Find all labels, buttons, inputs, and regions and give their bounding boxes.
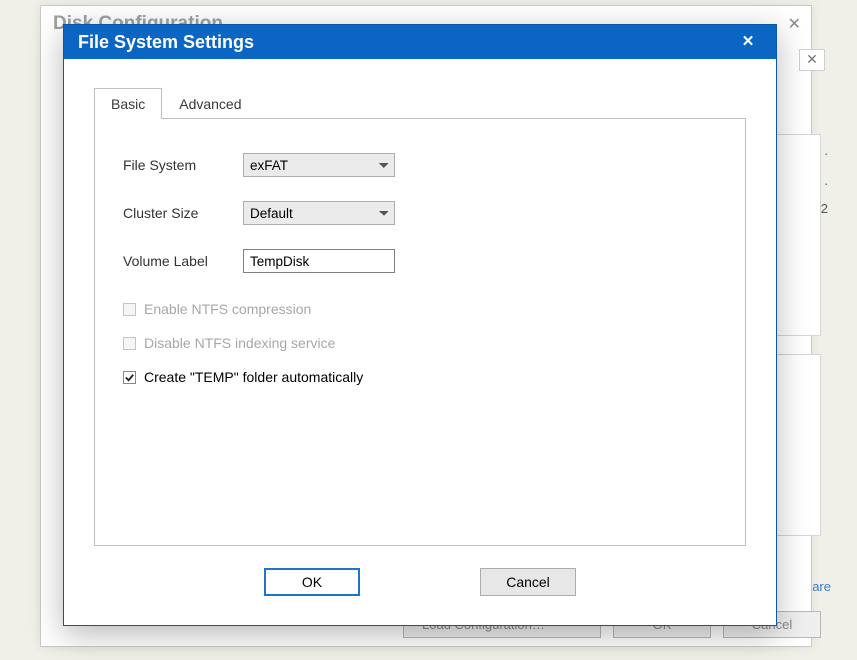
file-system-select[interactable]: exFAT [243,153,395,177]
temp-folder-label: Create "TEMP" folder automatically [144,369,363,385]
ntfs-indexing-checkbox [123,337,136,350]
ntfs-compression-label: Enable NTFS compression [144,301,311,317]
ntfs-indexing-label: Disable NTFS indexing service [144,335,335,351]
ntfs-indexing-row: Disable NTFS indexing service [123,335,717,351]
ntfs-compression-checkbox [123,303,136,316]
dialog-titlebar[interactable]: File System Settings ✕ [64,25,776,59]
cluster-size-label: Cluster Size [123,205,243,221]
volume-label-label: Volume Label [123,253,243,269]
file-system-label: File System [123,157,243,173]
ntfs-compression-row: Enable NTFS compression [123,301,717,317]
close-icon[interactable]: ✕ [734,28,762,56]
dialog-title: File System Settings [78,25,254,59]
tab-basic[interactable]: Basic [94,88,162,119]
ok-button[interactable]: OK [264,568,360,596]
bg-inner-close-icon[interactable]: ✕ [799,49,825,71]
temp-folder-row[interactable]: Create "TEMP" folder automatically [123,369,717,385]
tab-panel-basic: File System exFAT Cluster Size Default V… [94,118,746,546]
dialog-button-row: OK Cancel [94,546,746,620]
dialog-body: Basic Advanced File System exFAT Cluster… [64,59,776,628]
tabstrip: Basic Advanced [94,87,746,118]
cancel-button[interactable]: Cancel [480,568,576,596]
cluster-size-select[interactable]: Default [243,201,395,225]
bg-peek-2: 2 [821,201,828,216]
bg-peek-are: are [812,579,831,594]
temp-folder-checkbox[interactable] [123,371,136,384]
volume-label-input[interactable] [243,249,395,273]
bg-peek-dot-2: . [824,173,828,188]
tab-advanced[interactable]: Advanced [162,88,258,119]
bg-peek-dot-1: . [824,143,828,158]
bg-close-icon[interactable]: ✕ [788,14,801,34]
file-system-settings-dialog: File System Settings ✕ Basic Advanced Fi… [63,24,777,626]
